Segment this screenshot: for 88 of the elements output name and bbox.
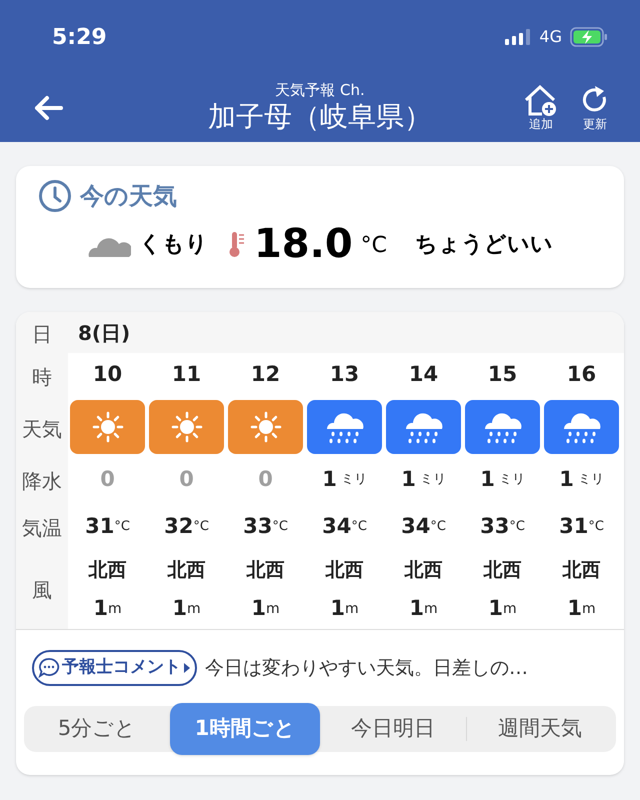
row-label: 天気: [22, 416, 62, 443]
sun-icon: [170, 410, 204, 444]
signal-icon: [505, 29, 532, 45]
wind-speed: 1: [93, 595, 108, 622]
refresh-button[interactable]: 更新: [580, 85, 610, 131]
play-triangle-icon: [183, 662, 191, 674]
speech-bubble-icon: [38, 657, 60, 679]
wind-speed: 1: [251, 595, 266, 622]
precipitation: 0: [100, 466, 115, 494]
wind-speed: 1: [172, 595, 187, 622]
precipitation: 1: [559, 466, 574, 494]
precipitation: 0: [179, 466, 194, 494]
hour-label: 13: [330, 361, 360, 388]
wind-unit: m: [424, 600, 438, 618]
date-header: 8(日): [68, 312, 624, 353]
precipitation: 0: [258, 466, 273, 494]
precipitation-unit: ミリ: [340, 471, 367, 490]
wind-speed: 1: [330, 595, 345, 622]
comment-text: 今日は変わりやすい天気。日差しの…: [205, 656, 528, 681]
wind-direction: 北西: [246, 558, 284, 583]
wind-direction: 北西: [404, 558, 442, 583]
house-plus-icon: [524, 85, 558, 117]
hour-label: 15: [488, 361, 518, 388]
row-label: 降水: [22, 468, 62, 496]
temperature: 31: [85, 513, 114, 540]
precipitation-unit: ミリ: [498, 471, 525, 490]
row-label: 気温: [22, 514, 62, 542]
temperature-unit: °C: [193, 518, 209, 536]
temperature-unit: °C: [360, 232, 388, 260]
battery-charging-icon: [570, 27, 608, 47]
wind-speed: 1: [488, 595, 503, 622]
precipitation: 1: [401, 466, 416, 494]
clock-icon: [38, 179, 72, 213]
wind-unit: m: [502, 600, 517, 618]
sun-icon: [248, 410, 282, 444]
wind-unit: m: [186, 600, 201, 618]
row-label: 日: [32, 320, 52, 348]
sun-icon: [90, 410, 124, 444]
thermometer-icon: [228, 230, 246, 258]
temperature-unit: °C: [114, 518, 130, 536]
temperature: 32: [164, 513, 194, 540]
temperature: 34: [322, 513, 352, 540]
view-tab[interactable]: 今日明日: [320, 703, 466, 755]
add-button[interactable]: 追加: [524, 85, 558, 131]
wind-direction: 北西: [168, 558, 206, 583]
hour-label: 16: [566, 361, 596, 388]
view-tab[interactable]: 週間天気: [467, 703, 613, 755]
temperature: 33: [243, 513, 272, 540]
hour-label: 14: [408, 361, 438, 388]
wind-speed: 1: [567, 595, 582, 622]
temperature-unit: °C: [351, 518, 367, 536]
temperature-unit: °C: [509, 518, 525, 536]
wind-unit: m: [266, 600, 280, 618]
wind-unit: m: [344, 600, 359, 618]
view-tab[interactable]: 1時間ごと: [170, 703, 320, 755]
view-tab[interactable]: 5分ごと: [24, 703, 170, 755]
clock: 5:29: [52, 24, 107, 52]
temperature: 33: [480, 513, 510, 540]
row-label: 時: [32, 364, 52, 392]
wind-unit: m: [108, 600, 122, 618]
wind-direction: 北西: [88, 558, 126, 583]
wind-direction: 北西: [326, 558, 364, 583]
hour-label: 12: [250, 361, 280, 388]
section-heading: 今の天気: [80, 181, 177, 212]
temperature: 31: [559, 513, 588, 540]
location-title: 加子母（岐阜県）: [208, 99, 432, 135]
row-label: 風: [32, 577, 52, 604]
precipitation: 1: [480, 466, 495, 494]
condition-text: くもり: [138, 230, 208, 258]
feel-text: ちょうどいい: [415, 230, 554, 258]
network-label: 4G: [539, 26, 562, 48]
temperature-unit: °C: [272, 518, 288, 536]
wind-speed: 1: [409, 595, 424, 622]
precipitation-unit: ミリ: [420, 471, 446, 490]
wind-direction: 北西: [484, 558, 522, 583]
temperature: 34: [401, 513, 430, 540]
wind-direction: 北西: [562, 558, 600, 583]
app-subtitle: 天気予報 Ch.: [275, 81, 365, 99]
precipitation-unit: ミリ: [578, 471, 604, 490]
temperature-unit: °C: [588, 518, 604, 536]
forecaster-comment-button[interactable]: 予報士コメント: [32, 650, 197, 686]
temperature-unit: °C: [430, 518, 446, 536]
precipitation: 1: [322, 466, 337, 494]
wind-unit: m: [582, 600, 596, 618]
hour-label: 10: [92, 361, 122, 388]
back-arrow-icon: [33, 95, 63, 121]
temperature-value: 18.0: [254, 224, 353, 264]
hour-label: 11: [172, 361, 202, 388]
